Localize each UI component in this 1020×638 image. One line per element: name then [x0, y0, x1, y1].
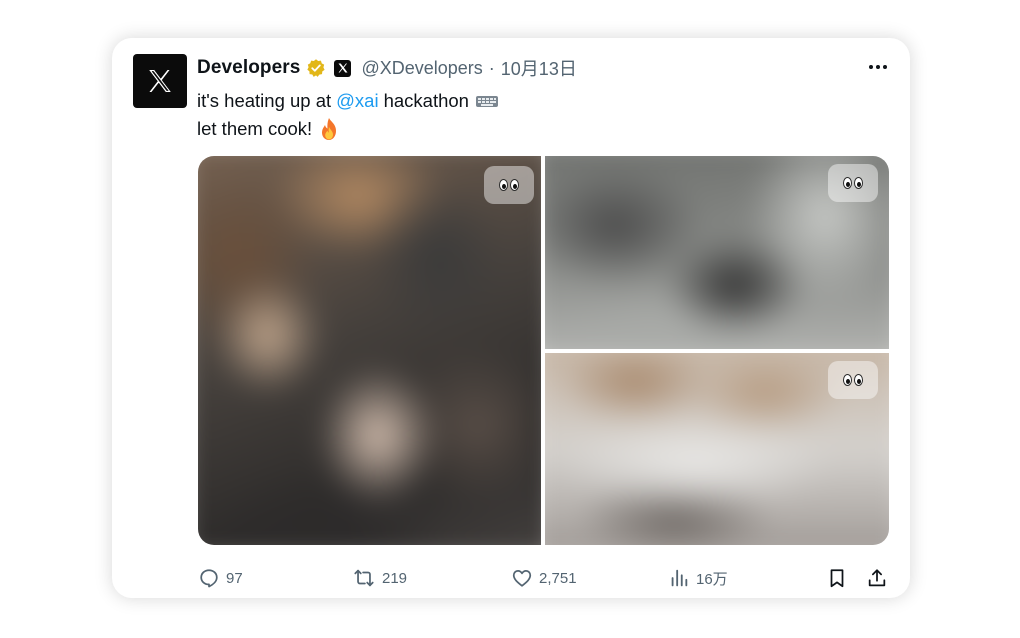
tweet-text-segment: let them cook!: [197, 118, 313, 139]
like-count: 2,751: [539, 569, 577, 587]
more-dots-icon: [869, 65, 873, 69]
views-count: 16万: [696, 570, 728, 588]
bookmark-icon: [830, 569, 844, 588]
verified-badge-icon: [306, 58, 326, 78]
like-button[interactable]: 2,751: [511, 566, 577, 590]
mention-link[interactable]: @xai: [336, 90, 378, 112]
share-button[interactable]: [866, 566, 894, 590]
eye: [854, 374, 863, 386]
more-dot: [883, 65, 887, 69]
separator-dot: ·: [488, 57, 495, 78]
tweet-text-line-2: let them cook!: [197, 116, 340, 142]
alt-badge-eyes-icon[interactable]: [828, 164, 878, 202]
eye: [510, 179, 519, 191]
x-logo-icon: [148, 69, 172, 93]
avatar[interactable]: [133, 54, 187, 108]
media-grid: [198, 156, 889, 545]
repost-icon: [354, 569, 374, 587]
affiliate-x-badge-icon: [334, 59, 352, 77]
reply-button[interactable]: 97: [198, 566, 243, 590]
more-dot: [876, 65, 880, 69]
photo-3[interactable]: [545, 353, 889, 545]
reply-icon: [200, 569, 218, 588]
photo-2[interactable]: [545, 156, 889, 349]
author-name[interactable]: Developers: [197, 57, 300, 79]
eye: [843, 177, 852, 189]
share-icon: [868, 569, 886, 587]
repost-count: 219: [382, 569, 408, 587]
analytics-icon: [671, 569, 688, 587]
eye: [843, 374, 852, 386]
alt-badge-eyes-icon[interactable]: [828, 361, 878, 399]
views-button[interactable]: 16万: [668, 566, 728, 590]
author-handle[interactable]: @XDevelopers: [361, 58, 482, 79]
tweet-text-segment: it's heating up at: [197, 90, 332, 111]
photo-1[interactable]: [198, 156, 541, 545]
tweet-header: Developers @XDevelopers · 10月13日: [197, 55, 577, 81]
heart-icon: [512, 569, 532, 587]
alt-badge-eyes-icon[interactable]: [484, 166, 534, 204]
keyboard-emoji-icon: [475, 93, 499, 109]
fire-emoji-icon: [318, 117, 340, 141]
tweet-date[interactable]: 10月13日: [501, 55, 577, 81]
repost-button[interactable]: 219: [352, 566, 407, 590]
eye: [499, 179, 508, 191]
more-options-button[interactable]: [862, 56, 894, 78]
eye: [854, 177, 863, 189]
blurred-image: [198, 156, 541, 545]
reply-count: 97: [226, 569, 243, 587]
bookmark-button[interactable]: [826, 566, 854, 590]
tweet-text-line-1: it's heating up at @xai hackathon: [197, 88, 499, 114]
tweet-text-segment: hackathon: [383, 90, 469, 111]
